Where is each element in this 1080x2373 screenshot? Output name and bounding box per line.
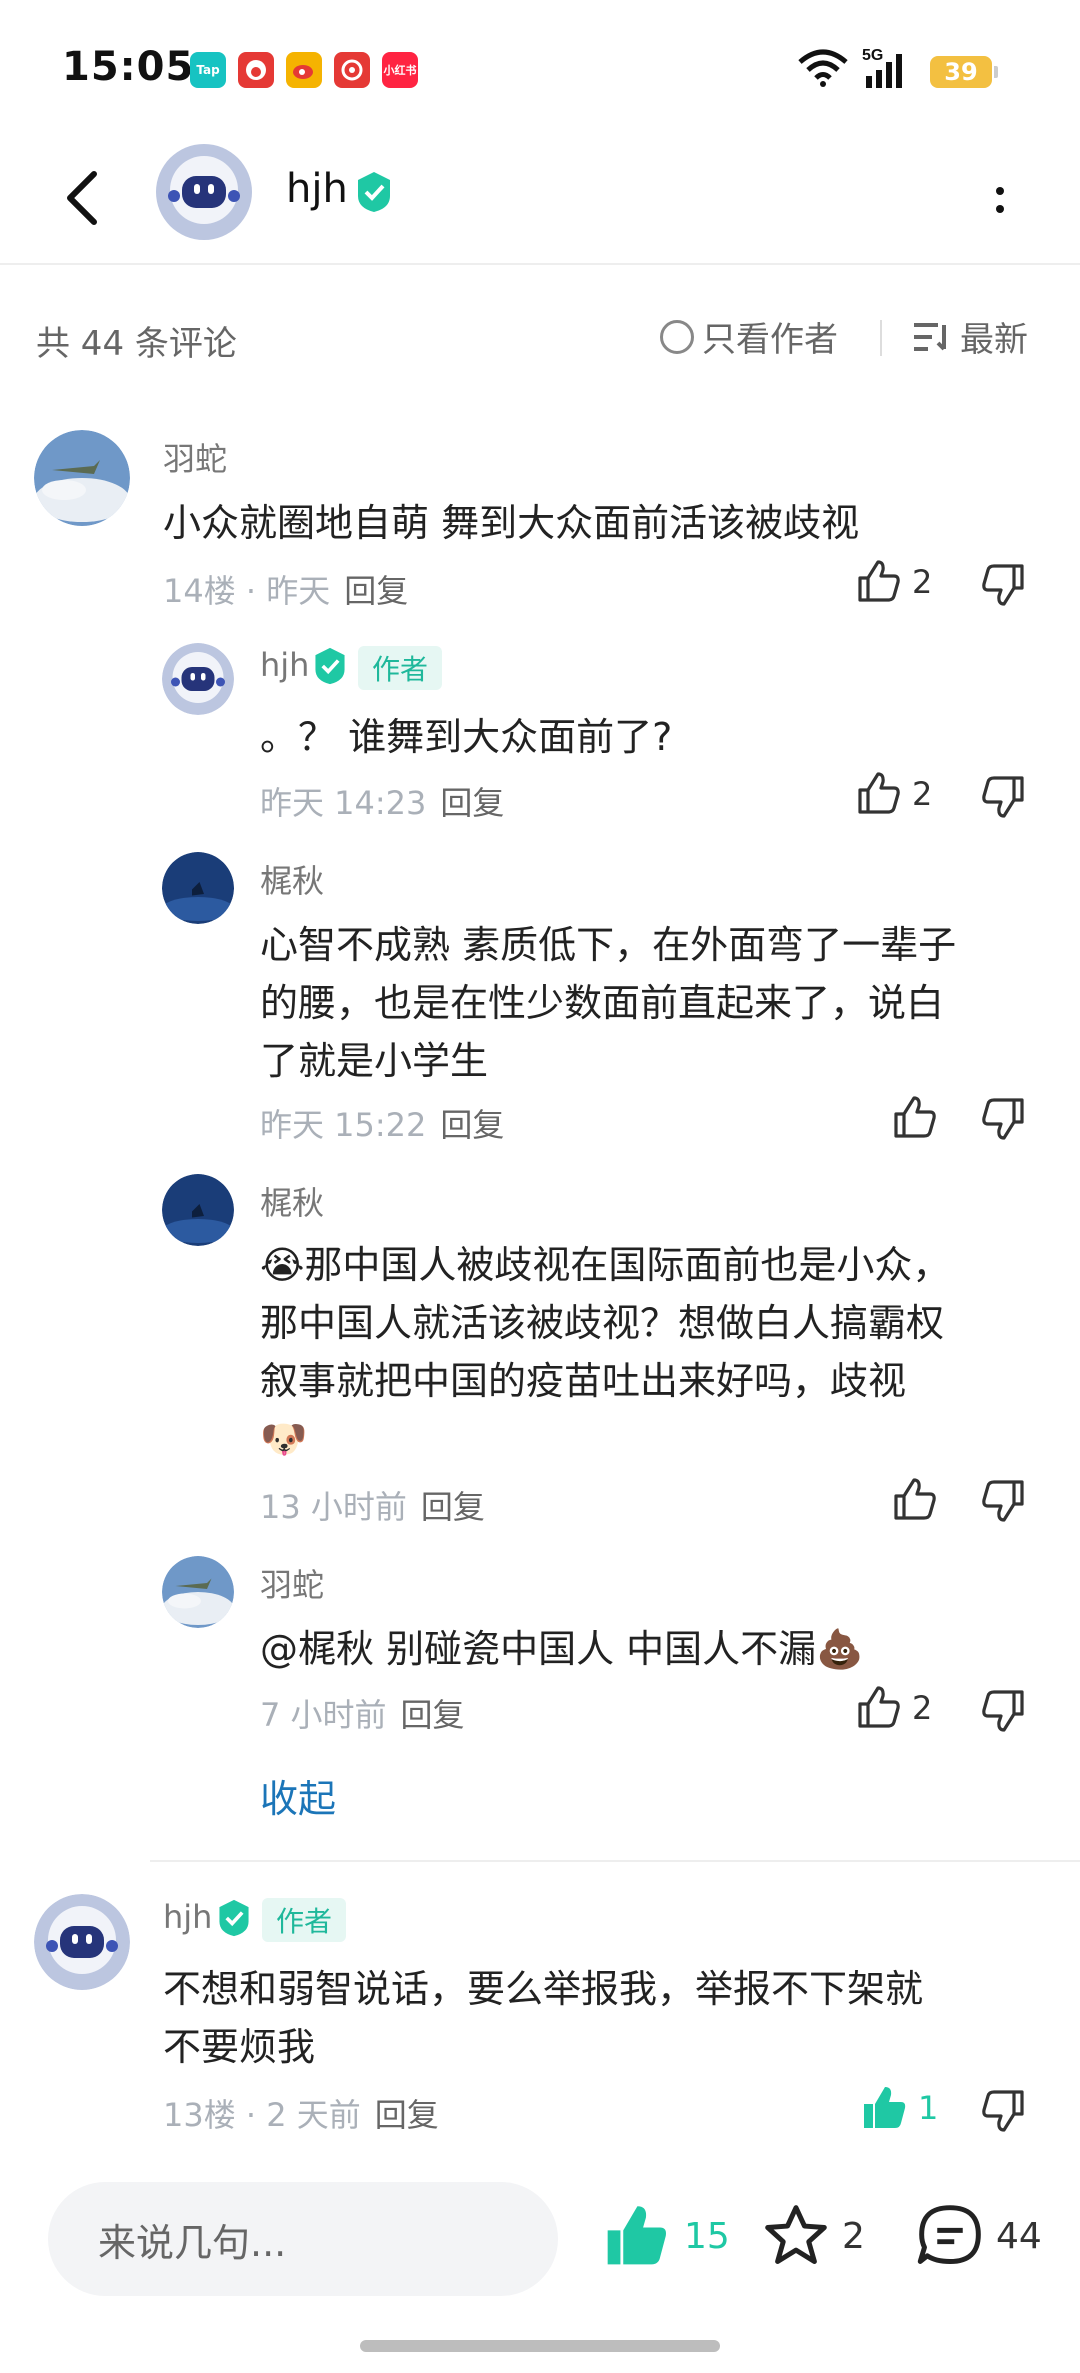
verified-badge-icon [352,170,396,218]
status-bar: 15:05 Tap 小红书 5G 39 [0,0,1080,130]
comment-meta: 13 小时前 回复 [260,1488,485,1526]
thumbs-up-filled-icon [607,2206,666,2265]
comment-text-line: 了就是小学生 [260,1039,489,1083]
author-name[interactable]: hjh [286,166,348,212]
comment-username[interactable]: 羽蛇 [260,1560,324,1606]
reply-button[interactable]: 回复 [421,1488,485,1526]
thumbs-up-icon [890,1094,938,1142]
xiaohongshu-app-icon: 小红书 [382,52,418,88]
comment-meta: 7 小时前 回复 [260,1696,465,1734]
avatar[interactable] [162,852,234,924]
radio-icon [660,319,694,354]
comment-filter-bar: 共 44 条评论 只看作者 最新 [0,290,1080,380]
chevron-left-icon [67,171,97,225]
signal-icon: 5G [862,47,914,88]
comments-button[interactable]: 44 [916,2202,1042,2270]
reply-button[interactable]: 回复 [375,2096,439,2134]
comment-meta: 昨天 15:22 回复 [260,1106,505,1144]
comment-text-line: 心智不成熟 素质低下，在外面弯了一辈子 [260,923,957,967]
like-button[interactable] [890,1476,938,1524]
comment-meta: 14楼 · 昨天 回复 [163,572,409,610]
star-icon [765,2205,827,2264]
comment-text-line: 那中国人就活该被歧视？想做白人搞霸权 [260,1301,945,1345]
like-button[interactable] [890,1094,938,1142]
favorite-button[interactable]: 2 [762,2202,865,2270]
comment-text-line: 叙事就把中国的疫苗吐出来好吗，歧视 [260,1359,907,1403]
author-avatar[interactable] [156,144,252,240]
comment-username[interactable]: 羽蛇 [163,434,227,480]
comment-text-line: 🐶 [260,1417,308,1461]
post-like-button[interactable]: 15 [600,2202,730,2270]
thumbs-up-icon [854,558,902,606]
comment-text-line: 的腰，也是在性少数面前直起来了，说白 [260,981,945,1025]
post-header: hjh [0,130,1080,265]
home-indicator[interactable] [360,2340,720,2352]
comment-username[interactable]: hjh [260,646,309,684]
thumbs-down-icon [980,560,1028,608]
comment-meta: 13楼 · 2 天前 回复 [163,2096,439,2134]
thumbs-up-icon [890,1476,938,1524]
avatar[interactable] [162,1556,234,1628]
divider [150,1860,1080,1862]
comment-username[interactable]: hjh [163,1898,212,1936]
comment-text-line: 不要烦我 [163,2025,316,2069]
reply-button[interactable]: 回复 [440,784,504,822]
thumbs-down-icon [980,1094,1028,1142]
thumbs-up-icon [854,1684,902,1732]
status-time: 15:05 [62,44,195,90]
like-button[interactable]: 2 [854,770,932,818]
reply-button[interactable]: 回复 [344,572,408,610]
back-button[interactable] [52,158,112,238]
collapse-replies-button[interactable]: 收起 [260,1768,336,1823]
comment-username[interactable]: 梶秋 [260,1178,324,1224]
like-button[interactable]: 2 [854,558,932,606]
dislike-button[interactable] [980,1094,1028,1146]
thumbs-down-icon [980,2086,1028,2134]
author-only-toggle[interactable]: 只看作者 [660,312,838,361]
author-tag: 作者 [262,1898,347,1942]
reply-button[interactable]: 回复 [440,1106,504,1144]
thumbs-down-icon [980,1476,1028,1524]
divider [880,320,882,356]
comment-username[interactable]: 梶秋 [260,856,324,902]
comment-meta: 昨天 14:23 回复 [260,784,505,822]
dislike-button[interactable] [980,1686,1028,1738]
comment-text: 。？ 谁舞到大众面前了? [260,715,673,759]
more-options-button[interactable] [980,170,1020,230]
svg-text:5G: 5G [862,47,883,64]
comment-text: @梶秋 别碰瓷中国人 中国人不漏💩 [260,1627,864,1671]
like-button[interactable]: 2 [854,1684,932,1732]
thumbs-up-filled-icon [864,2087,906,2128]
comment-text-line: 😭那中国人被歧视在国际面前也是小众， [260,1243,951,1287]
sort-icon [914,322,946,351]
comment-count: 共 44 条评论 [36,324,237,364]
thumbs-down-icon [980,1686,1028,1734]
reply-button[interactable]: 回复 [401,1696,465,1734]
comment-text: 小众就圈地自萌 舞到大众面前活该被歧视 [163,501,860,545]
weibo-app-icon [286,52,322,88]
dislike-button[interactable] [980,2086,1028,2138]
taptap-app-icon: Tap [190,52,226,88]
sort-button[interactable]: 最新 [914,312,1028,361]
dislike-button[interactable] [980,772,1028,824]
comment-input[interactable]: 来说几句... [48,2182,558,2296]
verified-badge-icon [310,646,350,690]
wifi-icon [796,48,850,88]
battery-indicator: 39 [930,56,998,88]
game-app-icon [238,52,274,88]
like-button[interactable]: 1 [860,2084,938,2132]
comment-text-line: 不想和弱智说话，要么举报我，举报不下架就 [163,1967,924,2011]
avatar[interactable] [34,1894,130,1990]
dislike-button[interactable] [980,560,1028,612]
verified-badge-icon [214,1898,254,1942]
thumbs-down-icon [980,772,1028,820]
avatar[interactable] [162,643,234,715]
thumbs-up-icon [854,770,902,818]
music-app-icon [334,52,370,88]
author-tag: 作者 [358,646,443,690]
dislike-button[interactable] [980,1476,1028,1528]
avatar[interactable] [34,430,130,526]
avatar[interactable] [162,1174,234,1246]
comment-bubble-icon [917,2205,981,2264]
